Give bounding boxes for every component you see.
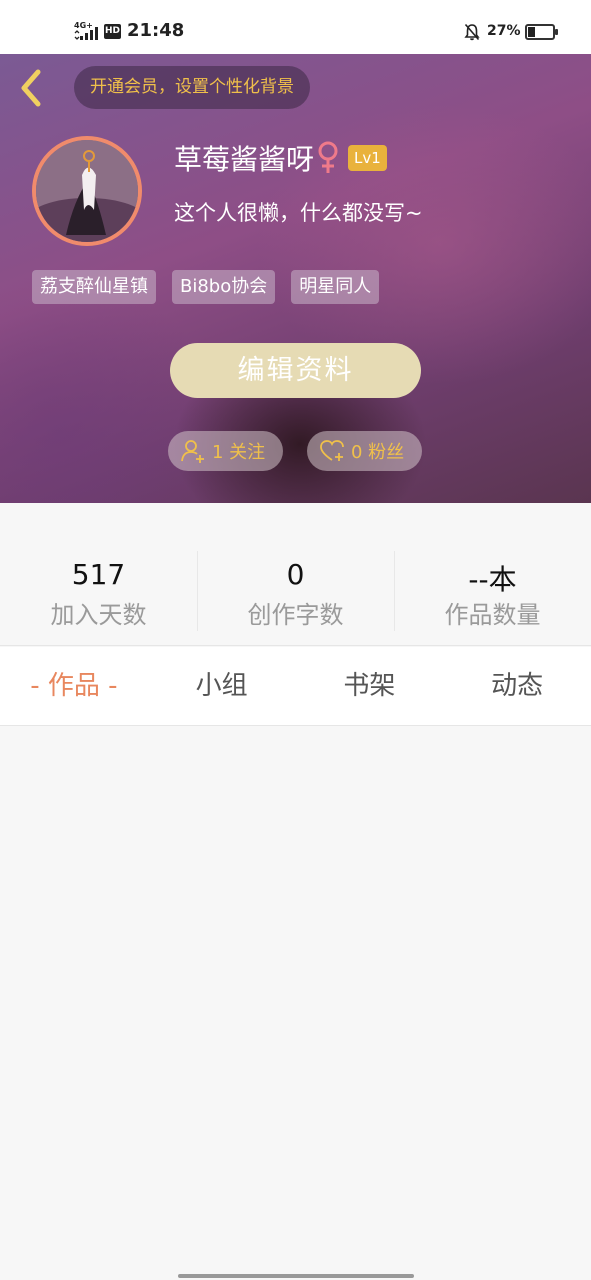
tab-activity[interactable]: 动态 [443, 647, 591, 725]
profile-header: 开通会员，设置个性化背景 草莓酱酱呀 Lv1 这个人很懒，什么都没写~ 荔支醉仙… [0, 54, 591, 503]
fans-label: 0 粉丝 [351, 442, 405, 463]
tab-groups[interactable]: 小组 [148, 647, 296, 725]
svg-text:4G+: 4G+ [74, 21, 93, 30]
add-user-icon [181, 440, 204, 463]
signal-icon: 4G+ [74, 21, 98, 40]
stat-days-joined: 517 加入天数 [0, 503, 197, 645]
stat-label: 作品数量 [444, 601, 541, 629]
edit-profile-button[interactable]: 编辑资料 [170, 343, 421, 398]
status-bar: 4G+ HD 21:48 27% [0, 0, 591, 54]
fans-button[interactable]: 0 粉丝 [307, 431, 422, 471]
heart-plus-icon [320, 440, 344, 461]
back-arrow-icon[interactable] [16, 68, 46, 108]
battery-fill [528, 27, 536, 37]
following-button[interactable]: 1 关注 [168, 431, 283, 471]
stats-panel: 517 加入天数 0 创作字数 --本 作品数量 [0, 503, 591, 646]
username: 草莓酱酱呀 [174, 143, 315, 176]
home-indicator[interactable] [178, 1274, 414, 1278]
stat-value: 517 [71, 558, 126, 591]
tag-item[interactable]: 荔支醉仙星镇 [32, 270, 156, 304]
status-time: 21:48 [127, 20, 185, 41]
tab-works[interactable]: - 作品 - [0, 647, 148, 725]
avatar[interactable] [32, 136, 142, 246]
stat-value: 0 [286, 558, 305, 591]
bio-text: 这个人很懒，什么都没写~ [174, 201, 423, 225]
battery-percent: 27% [487, 23, 521, 39]
stat-label: 创作字数 [247, 601, 344, 629]
bell-muted-icon [464, 23, 480, 41]
battery-icon [525, 24, 558, 40]
stat-works-count: --本 作品数量 [394, 503, 591, 645]
tab-bookshelf[interactable]: 书架 [296, 647, 444, 725]
tag-item[interactable]: 明星同人 [291, 270, 380, 304]
tag-list: 荔支醉仙星镇 Bi8bo协会 明星同人 [32, 270, 380, 304]
avatar-image [36, 140, 138, 242]
profile-tabs: - 作品 - 小组 书架 动态 [0, 647, 591, 726]
username-row: 草莓酱酱呀 Lv1 [174, 138, 387, 178]
stat-label: 加入天数 [50, 601, 147, 629]
level-badge: Lv1 [348, 145, 387, 171]
tag-item[interactable]: Bi8bo协会 [172, 270, 276, 304]
hd-icon: HD [104, 24, 121, 39]
stat-word-count: 0 创作字数 [197, 503, 394, 645]
stat-value: --本 [468, 563, 517, 596]
tab-content-area [0, 727, 591, 1280]
vip-background-promo[interactable]: 开通会员，设置个性化背景 [74, 66, 310, 109]
female-gender-icon [318, 141, 338, 173]
following-label: 1 关注 [212, 442, 266, 463]
